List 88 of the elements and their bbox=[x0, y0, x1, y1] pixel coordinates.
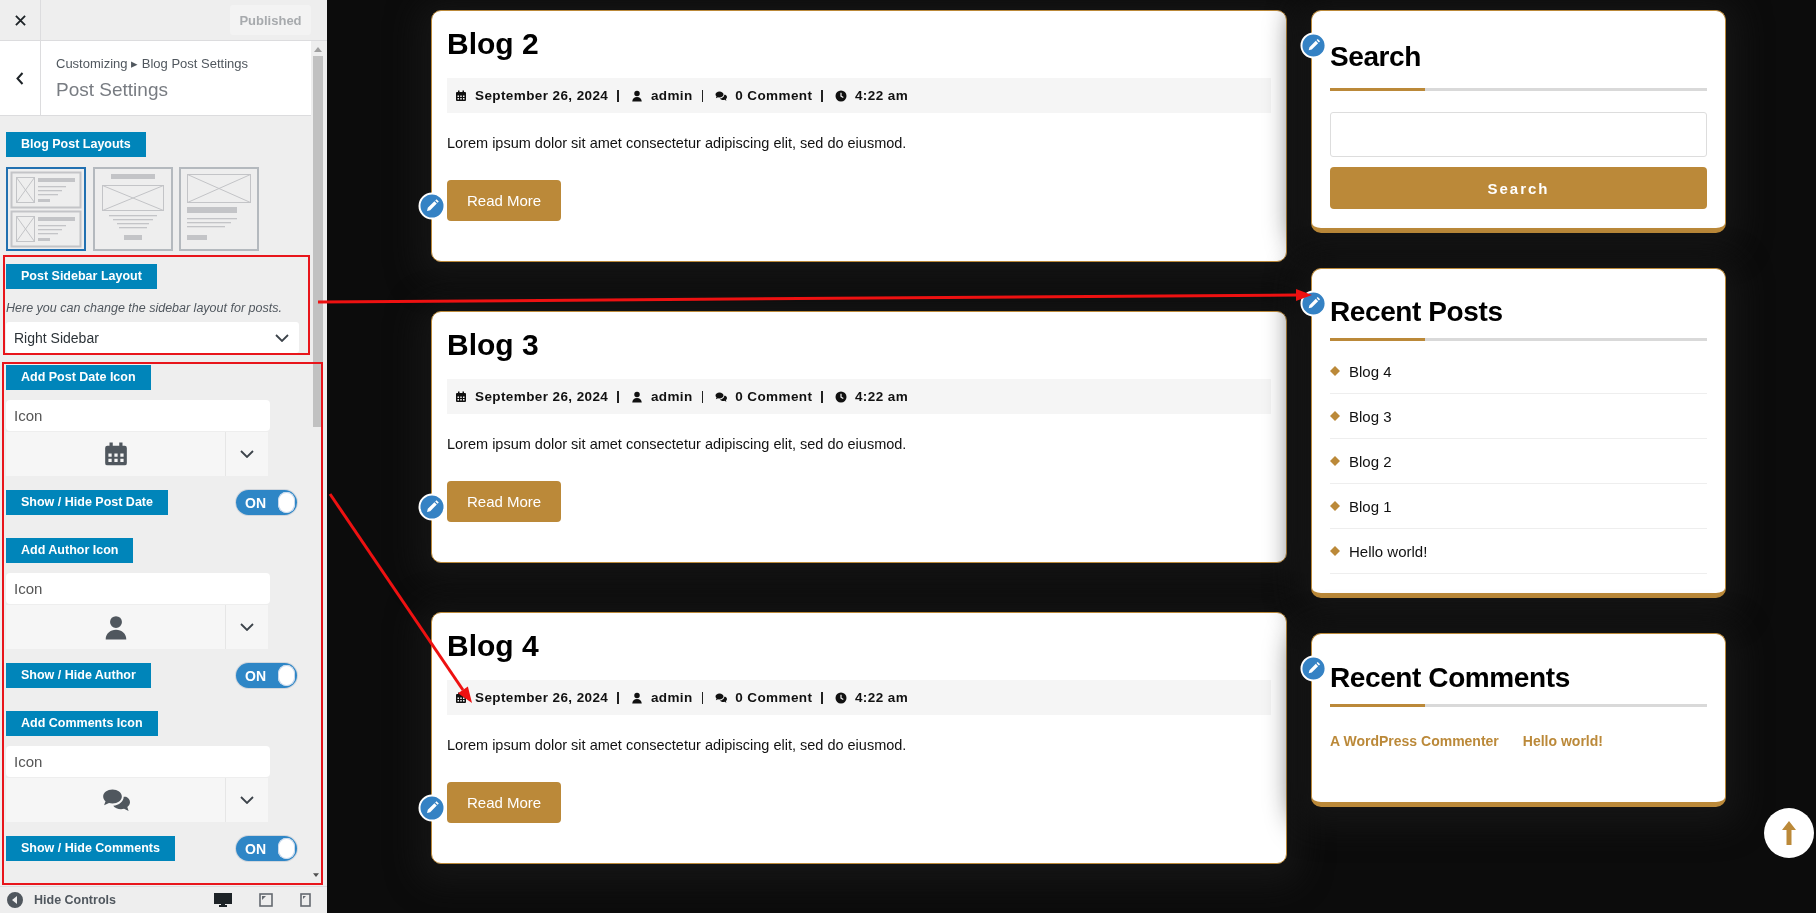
post-date: September 26, 2024 bbox=[475, 690, 609, 705]
pencil-icon[interactable] bbox=[418, 794, 446, 822]
post-title[interactable]: Blog 2 bbox=[447, 25, 1271, 63]
post-excerpt: Lorem ipsum dolor sit amet consectetur adipiscing elit, sed do eiusmod. bbox=[447, 435, 908, 454]
control-description: Here you can change the sidebar layout for posts. bbox=[6, 300, 283, 316]
hide-controls-button[interactable]: Hide Controls bbox=[7, 892, 116, 908]
section-label: Add Post Date Icon bbox=[6, 365, 151, 390]
chat-bubbles-icon bbox=[715, 390, 728, 403]
layout-option[interactable] bbox=[6, 167, 86, 251]
close-icon bbox=[14, 14, 26, 26]
arrow-up-icon bbox=[1782, 821, 1796, 845]
post-time: 4:22 am bbox=[854, 690, 909, 705]
chevron-down-icon bbox=[275, 333, 289, 342]
post-time: 4:22 am bbox=[854, 88, 909, 103]
clock-icon bbox=[834, 390, 847, 403]
post-author: admin bbox=[650, 389, 693, 404]
section-label: Post Sidebar Layout bbox=[6, 264, 157, 289]
tablet-icon[interactable] bbox=[259, 893, 273, 907]
calendar-icon bbox=[455, 390, 467, 403]
icon-picker[interactable] bbox=[6, 605, 268, 649]
pencil-icon[interactable] bbox=[1300, 290, 1327, 317]
diamond-bullet-icon bbox=[1330, 456, 1340, 466]
clock-icon bbox=[834, 691, 847, 704]
toggle-switch[interactable]: ON bbox=[236, 836, 297, 861]
scrollbar-thumb[interactable] bbox=[313, 56, 323, 427]
panel-title: Post Settings bbox=[56, 79, 169, 101]
scroll-down-icon[interactable] bbox=[313, 873, 319, 877]
post-excerpt: Lorem ipsum dolor sit amet consectetur adipiscing elit, sed do eiusmod. bbox=[447, 736, 908, 755]
post-author: admin bbox=[650, 88, 693, 103]
recent-post-link[interactable]: Hello world! bbox=[1349, 542, 1428, 560]
pencil-icon[interactable] bbox=[418, 493, 446, 521]
user-icon bbox=[630, 691, 643, 704]
section-label: Blog Post Layouts bbox=[6, 132, 146, 157]
section-label: Add Comments Icon bbox=[6, 711, 158, 736]
diamond-bullet-icon bbox=[1330, 501, 1340, 511]
user-icon bbox=[630, 89, 643, 102]
icon-search-field[interactable]: Icon bbox=[6, 746, 270, 777]
sidebar-layout-select[interactable]: Right Sidebar bbox=[6, 322, 299, 353]
clock-icon bbox=[834, 89, 847, 102]
diamond-bullet-icon bbox=[1330, 366, 1340, 376]
recent-post-link[interactable]: Blog 1 bbox=[1349, 497, 1392, 515]
collapse-icon bbox=[7, 892, 23, 908]
pencil-icon[interactable] bbox=[1300, 32, 1327, 59]
post-author: admin bbox=[650, 690, 693, 705]
scroll-to-top-button[interactable] bbox=[1764, 808, 1814, 858]
recent-post-link[interactable]: Blog 3 bbox=[1349, 407, 1392, 425]
chevron-left-icon bbox=[16, 71, 24, 85]
breadcrumb: Customizing ▸ Blog Post Settings bbox=[56, 56, 248, 72]
toggle-switch[interactable]: ON bbox=[236, 490, 297, 515]
section-label: Add Author Icon bbox=[6, 538, 134, 563]
icon-picker[interactable] bbox=[6, 432, 268, 476]
post-time: 4:22 am bbox=[854, 389, 909, 404]
post-date: September 26, 2024 bbox=[475, 88, 609, 103]
chevron-down-icon bbox=[240, 796, 254, 804]
pencil-icon[interactable] bbox=[1300, 655, 1327, 682]
icon-picker[interactable] bbox=[6, 778, 268, 822]
icon-search-field[interactable]: Icon bbox=[6, 573, 270, 604]
search-field[interactable] bbox=[1330, 112, 1707, 157]
post-date: September 26, 2024 bbox=[475, 389, 609, 404]
diamond-bullet-icon bbox=[1330, 546, 1340, 556]
comment-count: 0 Comment bbox=[735, 88, 813, 103]
icon-search-field[interactable]: Icon bbox=[6, 400, 270, 431]
widget-title: Search bbox=[1330, 40, 1422, 74]
recent-post-link[interactable]: Blog 2 bbox=[1349, 452, 1392, 470]
post-title[interactable]: Blog 3 bbox=[447, 326, 1271, 364]
recent-post-link[interactable]: Blog 4 bbox=[1349, 362, 1392, 380]
comment-count: 0 Comment bbox=[735, 690, 813, 705]
chat-bubbles-icon bbox=[715, 691, 728, 704]
user-icon bbox=[630, 390, 643, 403]
widget-title: Recent Posts bbox=[1330, 295, 1504, 329]
section-label: Show / Hide Comments bbox=[6, 836, 175, 861]
calendar-icon bbox=[102, 440, 129, 468]
chevron-down-icon bbox=[240, 623, 254, 631]
mobile-icon[interactable] bbox=[300, 893, 311, 907]
calendar-icon bbox=[455, 89, 467, 102]
section-label: Show / Hide Post Date bbox=[6, 490, 168, 515]
section-label: Show / Hide Author bbox=[6, 663, 151, 688]
chevron-down-icon bbox=[240, 450, 254, 458]
widget-title: Recent Comments bbox=[1330, 661, 1571, 695]
pencil-icon[interactable] bbox=[418, 192, 446, 220]
two-row-layout-icon bbox=[8, 169, 84, 249]
diamond-bullet-icon bbox=[1330, 411, 1340, 421]
post-title[interactable]: Blog 4 bbox=[447, 627, 1271, 665]
desktop-icon[interactable] bbox=[214, 893, 232, 907]
comment-count: 0 Comment bbox=[735, 389, 813, 404]
post-excerpt: Lorem ipsum dolor sit amet consectetur adipiscing elit, sed do eiusmod. bbox=[447, 134, 908, 153]
chat-bubbles-icon bbox=[715, 89, 728, 102]
toggle-switch[interactable]: ON bbox=[236, 663, 297, 688]
